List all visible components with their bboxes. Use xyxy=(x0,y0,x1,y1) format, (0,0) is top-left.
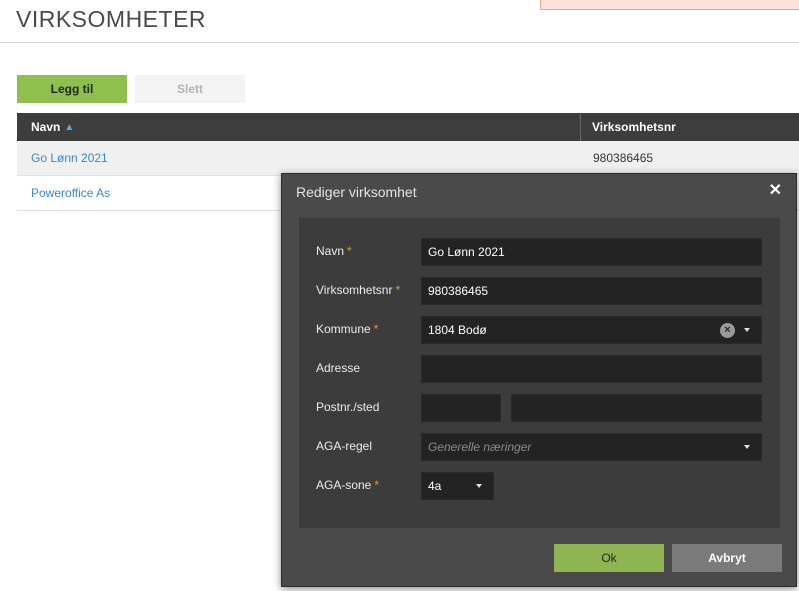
delete-button[interactable]: Slett xyxy=(135,75,245,103)
close-icon[interactable]: ✕ xyxy=(769,183,782,199)
page-title: VIRKSOMHETER xyxy=(16,6,207,32)
table-header: Navn ▲ Virksomhetsnr xyxy=(17,113,799,141)
field-label-adresse: Adresse xyxy=(316,361,360,375)
aga-sone-value: 4a xyxy=(428,479,442,493)
notification-banner xyxy=(540,0,799,10)
sort-asc-icon: ▲ xyxy=(64,121,75,133)
add-button[interactable]: Legg til xyxy=(17,75,127,103)
navn-input[interactable]: Go Lønn 2021 xyxy=(421,238,762,266)
chevron-down-icon[interactable] xyxy=(476,484,482,488)
postnr-input[interactable] xyxy=(421,394,501,422)
cancel-button[interactable]: Avbryt xyxy=(672,544,782,572)
ok-button[interactable]: Ok xyxy=(554,544,664,572)
form-panel: Navn * Go Lønn 2021 Virksomhetsnr * 980386… xyxy=(299,218,780,528)
aga-sone-select[interactable]: 4a xyxy=(421,472,494,500)
field-label-aga-sone: AGA-sone * xyxy=(316,478,379,492)
company-name-link[interactable]: Go Lønn 2021 xyxy=(17,141,581,175)
adresse-input[interactable] xyxy=(421,355,762,383)
column-header-virksomhetsnr[interactable]: Virksomhetsnr xyxy=(581,113,799,141)
label-text: Postnr./sted xyxy=(316,400,380,414)
chevron-down-icon[interactable] xyxy=(744,445,750,449)
field-label-kommune: Kommune * xyxy=(316,322,378,336)
virksomhetsnr-input[interactable]: 980386465 xyxy=(421,277,762,305)
label-text: AGA-regel xyxy=(316,439,373,453)
field-label-postnr-sted: Postnr./sted xyxy=(316,400,379,414)
aga-regel-select[interactable]: Generelle næringer xyxy=(421,433,762,461)
company-number: 980386465 xyxy=(593,151,654,165)
column-header-label: Navn xyxy=(31,120,61,134)
label-text: Kommune xyxy=(316,322,371,336)
page: VIRKSOMHETER Legg til Slett Navn ▲ Virks… xyxy=(0,0,799,591)
aga-regel-placeholder: Generelle næringer xyxy=(428,440,532,454)
sted-input[interactable] xyxy=(511,394,762,422)
required-marker: * xyxy=(373,322,379,336)
kommune-value: 1804 Bodø xyxy=(428,323,487,337)
title-divider xyxy=(0,42,799,43)
column-header-navn[interactable]: Navn ▲ xyxy=(17,113,581,141)
table-row[interactable]: Go Lønn 2021 980386465 xyxy=(17,141,799,176)
column-header-label: Virksomhetsnr xyxy=(592,120,676,134)
edit-company-dialog: Rediger virksomhet ✕ Navn * Go Lønn 2021 … xyxy=(281,173,797,587)
label-text: Adresse xyxy=(316,361,361,375)
clear-icon[interactable]: × xyxy=(720,323,735,338)
required-marker: * xyxy=(395,283,401,297)
field-label-navn: Navn * xyxy=(316,244,352,258)
label-text: AGA-sone xyxy=(316,478,372,492)
required-marker: * xyxy=(347,244,352,258)
kommune-select[interactable]: 1804 Bodø × xyxy=(421,316,762,344)
required-marker: * xyxy=(374,478,380,492)
field-label-aga-regel: AGA-regel xyxy=(316,439,372,453)
dialog-title: Rediger virksomhet xyxy=(296,184,417,200)
label-text: Navn xyxy=(316,244,345,258)
label-text: Virksomhetsnr xyxy=(316,283,393,297)
chevron-down-icon[interactable] xyxy=(744,328,750,332)
field-label-virksomhetsnr: Virksomhetsnr * xyxy=(316,283,400,297)
